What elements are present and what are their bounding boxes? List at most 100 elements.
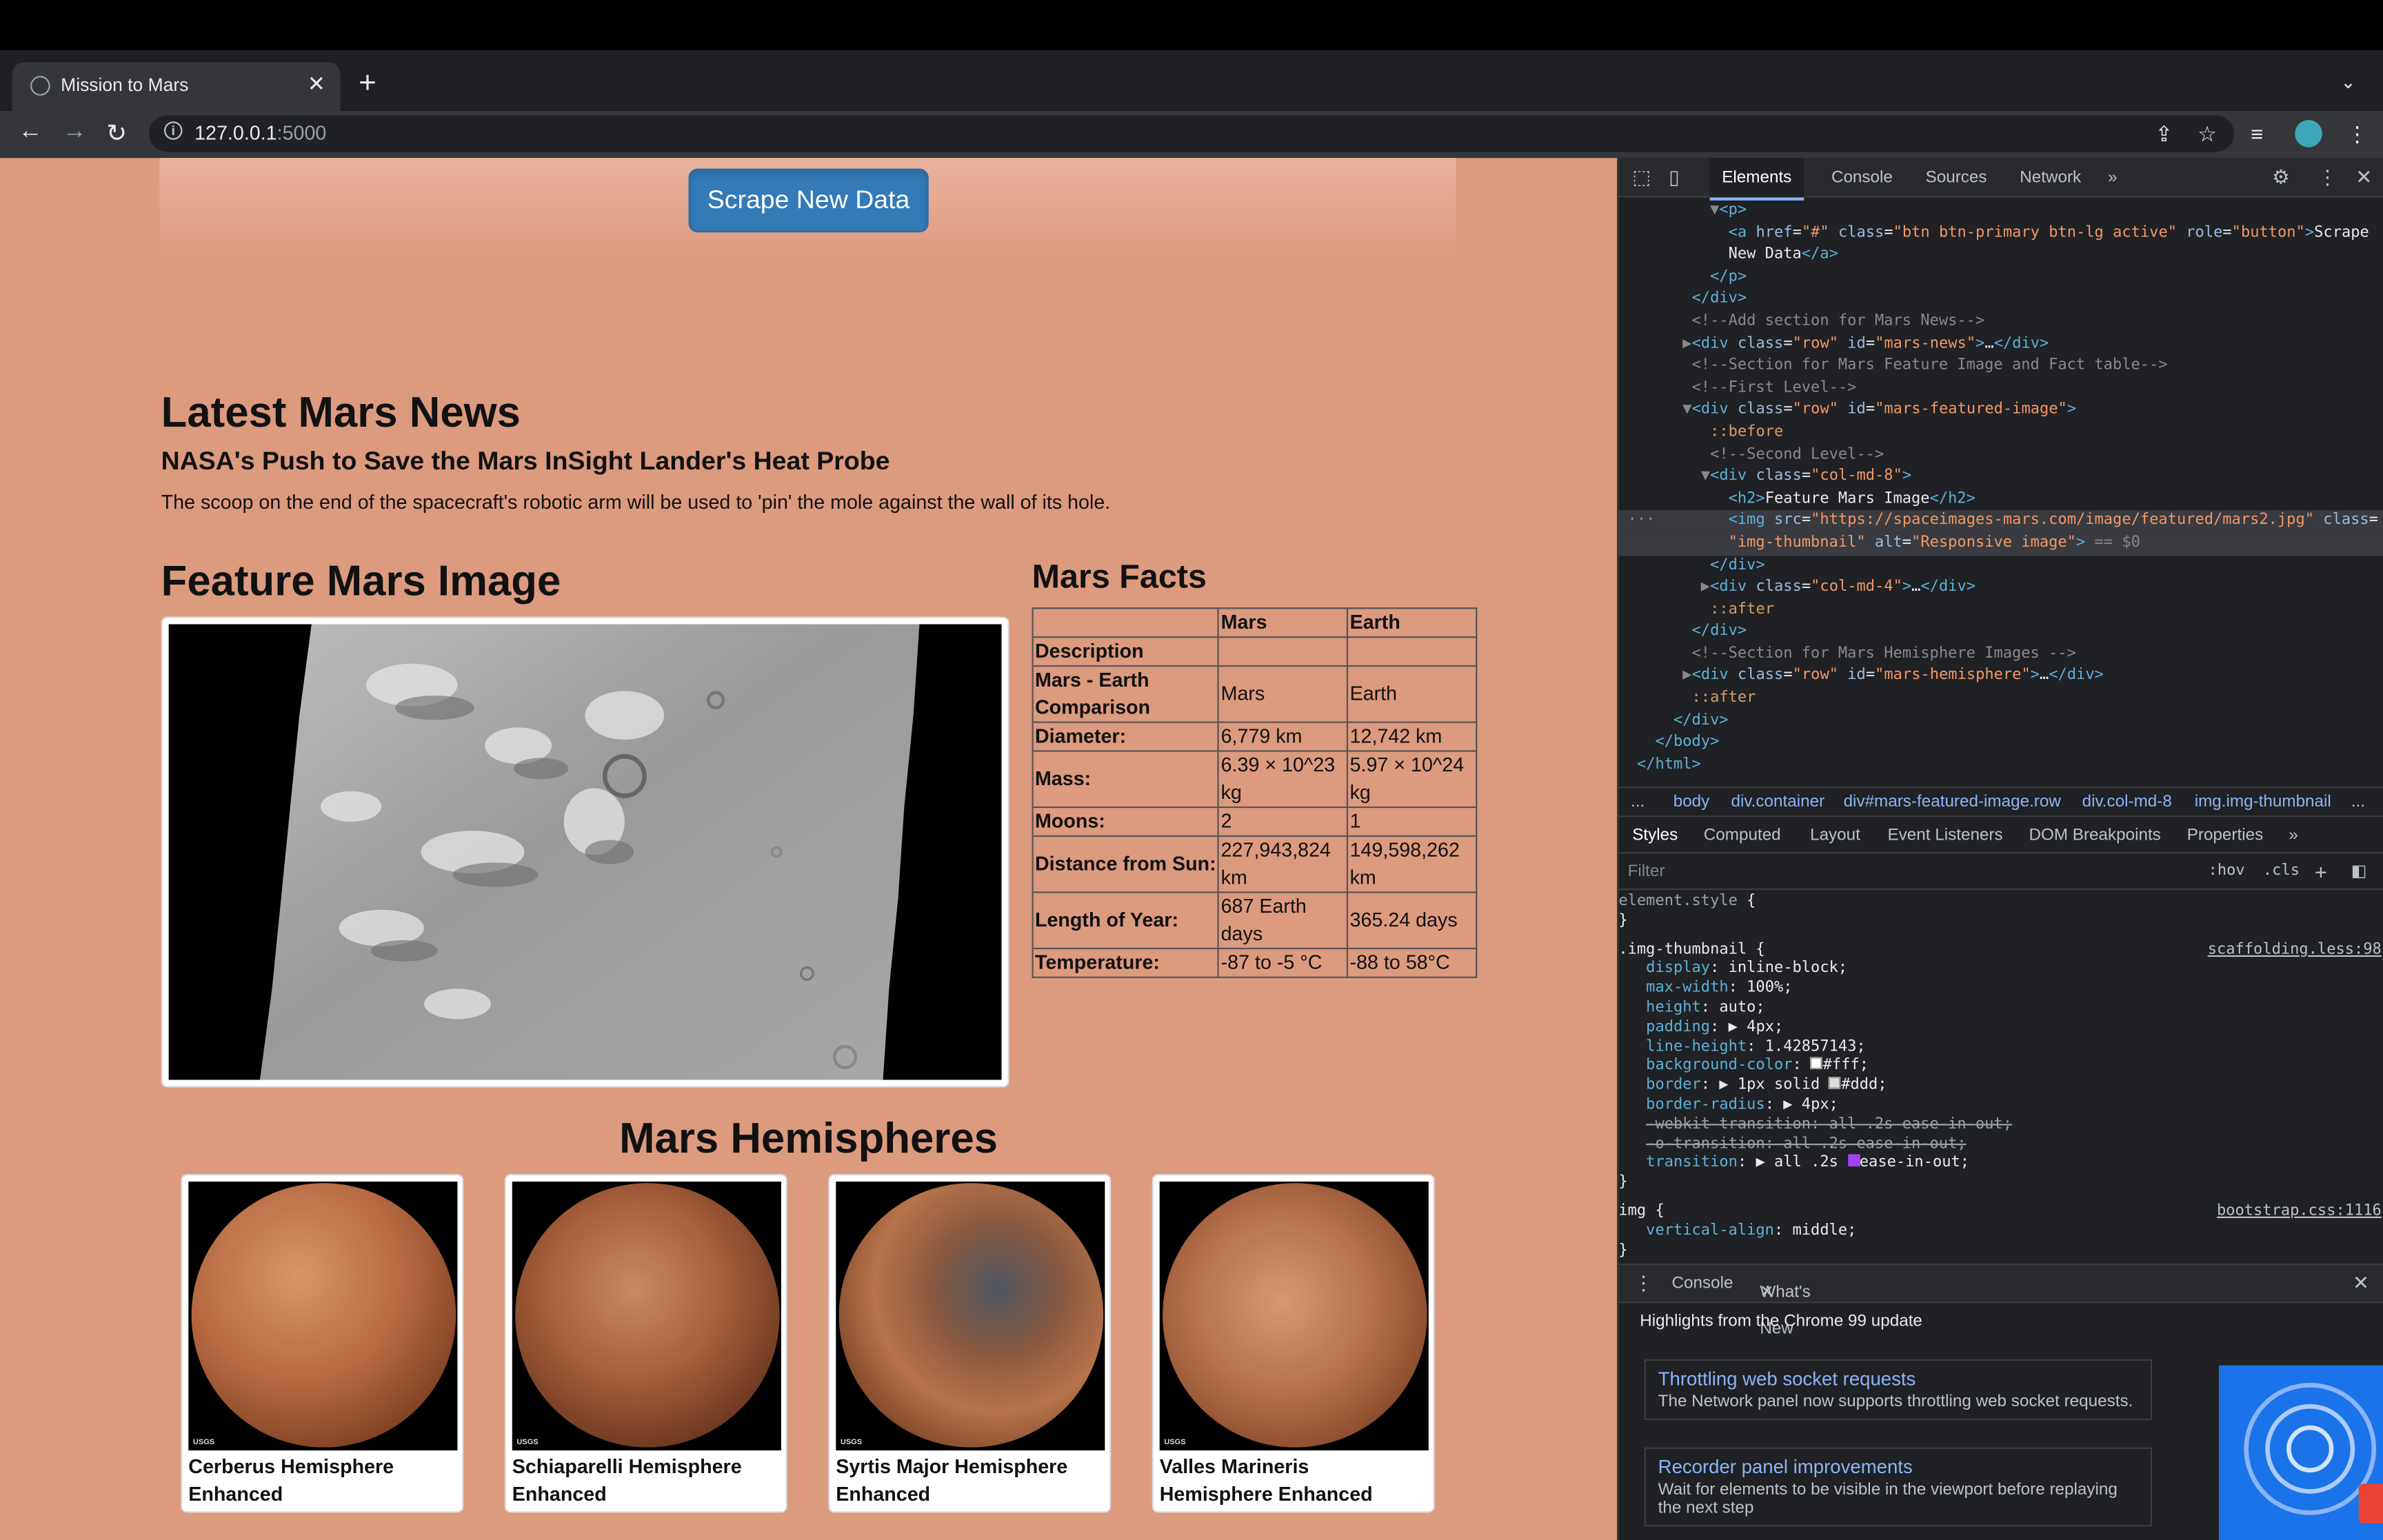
url-port: :5000 [276, 121, 327, 145]
table-row: Moons: 2 1 [1032, 806, 1478, 837]
breadcrumb-item[interactable]: body [1673, 793, 1710, 811]
cls-toggle[interactable]: .cls [2263, 862, 2300, 879]
close-devtools-icon[interactable]: ✕ [2355, 165, 2372, 190]
hemisphere-card: USGS Valles Marineris Hemisphere Enhance… [1152, 1174, 1435, 1513]
browser-tab[interactable]: Mission to Mars ✕ [12, 62, 341, 111]
breadcrumb-item[interactable]: ... [1631, 793, 1645, 811]
table-row: Description [1032, 636, 1478, 667]
hemisphere-image: USGS [836, 1182, 1105, 1451]
drawer-tabbar: ⋮ Console What's New ✕ ✕ [1618, 1264, 2383, 1338]
whats-new-card[interactable]: Throttling web socket requests The Netwo… [1644, 1359, 2153, 1420]
tab-layout[interactable]: Layout [1810, 827, 1860, 844]
row-label: Distance from Sun: [1032, 835, 1220, 893]
css-source-link[interactable]: scaffolding.less:98 [2208, 941, 2382, 960]
usgs-logo: USGS [840, 1438, 863, 1448]
tab-event-listeners[interactable]: Event Listeners [1887, 827, 2002, 844]
earth-value: -88 to 58°C [1347, 947, 1478, 978]
sidebar-toggle-icon[interactable]: ◧ [2351, 861, 2367, 880]
tab-search-icon[interactable]: ⌄ [2340, 72, 2355, 93]
tab-title: Mission to Mars [61, 74, 189, 96]
settings-gear-icon[interactable]: ⚙ [2272, 165, 2290, 190]
whats-new-promo-image [2218, 1365, 2383, 1540]
earth-value: Earth [1347, 665, 1478, 723]
drawer-menu-icon[interactable]: ⋮ [1633, 1271, 1653, 1295]
featured-image-heading: Feature Mars Image [161, 557, 561, 605]
hemisphere-title: Syrtis Major Hemisphere Enhanced [836, 1455, 1068, 1506]
new-tab-button[interactable]: + [359, 68, 376, 99]
table-row: Temperature: -87 to -5 °C -88 to 58°C [1032, 947, 1478, 978]
table-row: Mars - Earth Comparison Mars Earth [1032, 665, 1478, 723]
tab-network[interactable]: Network [2020, 169, 2081, 187]
card-title[interactable]: Recorder panel improvements [1658, 1457, 2138, 1478]
table-row: Mass: 6.39 × 10^23 kg 5.97 × 10^24 kg [1032, 750, 1478, 809]
card-title[interactable]: Throttling web socket requests [1658, 1368, 2138, 1390]
row-label: Description [1032, 636, 1220, 667]
mars-value: Mars [1218, 665, 1349, 723]
share-icon[interactable]: ⇪ [2155, 121, 2173, 147]
inspect-element-icon[interactable]: ⬚ [1632, 165, 1651, 190]
devtools-menu-icon[interactable]: ⋮ [2317, 165, 2337, 190]
earth-value: 149,598,262 km [1347, 835, 1478, 893]
hemisphere-title: Cerberus Hemisphere Enhanced [188, 1455, 394, 1506]
styles-filter-bar: Filter :hov .cls + ◧ [1618, 857, 2383, 891]
tab-dom-breakpoints[interactable]: DOM Breakpoints [2029, 827, 2160, 844]
earth-value: 365.24 days [1347, 891, 1478, 950]
new-rule-icon[interactable]: + [2315, 860, 2327, 884]
dom-tree[interactable]: ▼<p> <a href="#" class="btn btn-primary … [1618, 201, 2383, 777]
css-source-link[interactable]: bootstrap.css:1116 [2217, 1203, 2382, 1222]
browser-menu-icon[interactable]: ⋮ [2346, 121, 2368, 147]
drawer-tab-console[interactable]: Console [1672, 1274, 1733, 1292]
tab-properties[interactable]: Properties [2187, 827, 2264, 844]
breadcrumb-item[interactable]: div.col-md-8 [2082, 793, 2172, 811]
media-queue-icon[interactable]: ≡ [2251, 121, 2263, 145]
featured-mars-image [168, 624, 1002, 1080]
table-row: Diameter: 6,779 km 12,742 km [1032, 721, 1478, 752]
tab-sources[interactable]: Sources [1926, 169, 1987, 187]
mars-value: 6,779 km [1218, 721, 1349, 752]
close-drawer-icon[interactable]: ✕ [2353, 1271, 2369, 1295]
profile-avatar[interactable] [2295, 120, 2322, 148]
more-tabs-icon[interactable]: » [2108, 169, 2118, 187]
more-tabs-icon[interactable]: » [2289, 827, 2298, 844]
mars-value [1218, 636, 1349, 667]
mars-value: 2 [1218, 806, 1349, 837]
address-bar[interactable]: i 127.0.0.1:5000 [149, 115, 2235, 152]
styles-pane[interactable]: element.style { } .img-thumbnail {scaffo… [1618, 893, 2383, 1261]
site-info-icon[interactable]: i [164, 121, 183, 140]
hemispheres-heading: Mars Hemispheres [619, 1115, 998, 1162]
device-toolbar-icon[interactable]: ▯ [1669, 165, 1680, 190]
screen: Mission to Mars ✕ + ⌄ ← → ↻ i 127.0.0.1:… [0, 0, 2383, 1540]
news-heading: Latest Mars News [161, 389, 521, 436]
card-description: Wait for elements to be visible in the v… [1658, 1481, 2118, 1517]
close-tab-icon[interactable]: ✕ [1760, 1274, 1773, 1310]
table-header [1032, 607, 1220, 638]
mars-value: -87 to -5 °C [1218, 947, 1349, 978]
devtools-tabbar: ⬚ ▯ Elements Console Sources Network » ⚙… [1618, 158, 2383, 201]
reload-icon[interactable]: ↻ [106, 119, 127, 149]
styles-tabbar: Styles Computed Layout Event Listeners D… [1618, 820, 2383, 854]
row-label: Mass: [1032, 750, 1220, 809]
close-tab-icon[interactable]: ✕ [308, 72, 325, 97]
news-paragraph: The scoop on the end of the spacecraft's… [161, 490, 1111, 514]
breadcrumb-item[interactable]: img.img-thumbnail [2195, 793, 2331, 811]
scrape-new-data-button[interactable]: Scrape New Data [688, 168, 929, 233]
url-host: 127.0.0.1 [194, 121, 277, 145]
breadcrumb-item[interactable]: div#mars-featured-image.row [1844, 793, 2061, 811]
tab-console[interactable]: Console [1831, 169, 1893, 187]
card-description: The Network panel now supports throttlin… [1658, 1392, 2133, 1411]
breadcrumb-item[interactable]: ... [2351, 793, 2365, 811]
whats-new-card[interactable]: Recorder panel improvements Wait for ele… [1644, 1447, 2153, 1527]
forward-icon[interactable]: → [62, 119, 86, 146]
row-label: Temperature: [1032, 947, 1220, 978]
tab-computed[interactable]: Computed [1704, 827, 1781, 844]
hemisphere-image: USGS [1159, 1182, 1429, 1451]
styles-filter-input[interactable]: Filter [1628, 862, 1665, 880]
hov-toggle[interactable]: :hov [2209, 862, 2245, 879]
table-row: Distance from Sun: 227,943,824 km 149,598,… [1032, 835, 1478, 893]
tab-styles[interactable]: Styles [1632, 827, 1678, 844]
breadcrumb-item[interactable]: div.container [1731, 793, 1824, 811]
bookmark-star-icon[interactable]: ☆ [2198, 121, 2217, 147]
back-icon[interactable]: ← [18, 119, 42, 146]
tab-elements[interactable]: Elements [1709, 158, 1804, 201]
facts-heading: Mars Facts [1032, 557, 1207, 596]
